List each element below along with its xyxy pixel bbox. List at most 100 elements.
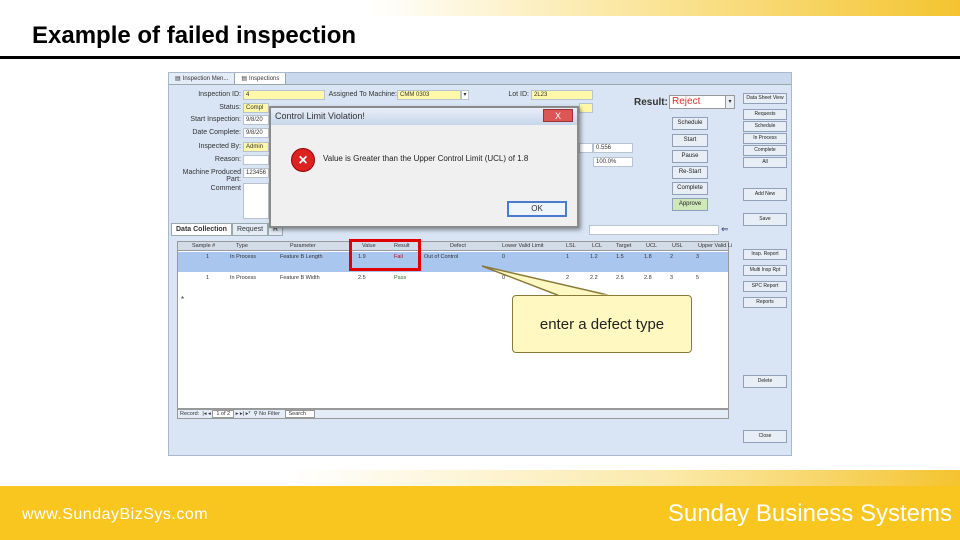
callout-box: enter a defect type — [512, 295, 692, 353]
cell-result[interactable]: Pass — [392, 274, 406, 282]
cell-type[interactable]: In Process — [228, 274, 256, 282]
filter-status[interactable]: No Filter — [259, 411, 280, 417]
cell-lvl[interactable]: 0 — [500, 274, 505, 282]
col-lcl[interactable]: LCL — [590, 242, 612, 251]
slide: Example of failed inspection ▤ Inspection… — [0, 0, 960, 540]
next-record-icon[interactable]: ▸ ▸| ▸* — [236, 411, 252, 417]
requests-button[interactable]: Requests — [743, 109, 787, 120]
add-new-button[interactable]: Add New — [743, 188, 787, 201]
multi-insp-rpt-button[interactable]: Multi Insp Rpt — [743, 265, 787, 276]
record-position[interactable]: 1 of 2 — [212, 410, 235, 418]
cell-lvl[interactable]: 0 — [500, 253, 505, 261]
cell-ucl[interactable]: 1.8 — [642, 253, 652, 261]
tab-data-collection[interactable]: Data Collection — [171, 223, 232, 236]
col-lsl[interactable]: LSL — [564, 242, 586, 251]
reports-button[interactable]: Reports — [743, 297, 787, 308]
cell-lsl[interactable]: 1 — [564, 253, 569, 261]
lot-id-field[interactable]: 2L23 — [531, 90, 593, 100]
cell-target[interactable]: 1.5 — [614, 253, 624, 261]
tab-inspection-menu[interactable]: ▤ Inspection Men... — [169, 73, 236, 84]
footer-gradient-band — [0, 470, 960, 486]
cell-sample[interactable]: 1 — [204, 253, 209, 261]
side-field-1[interactable] — [579, 103, 593, 113]
tab-inspections[interactable]: ▤ Inspections — [235, 73, 287, 84]
dialog-title: Control Limit Violation! — [271, 108, 577, 125]
table-row[interactable]: 1 In Process Feature B Width 2.5 Pass 0 … — [178, 273, 728, 293]
footer-url[interactable]: www.SundayBizSys.com — [22, 506, 208, 524]
reason-label: Reason: — [214, 156, 241, 163]
cell-defect[interactable]: Out of Control — [422, 253, 458, 261]
save-button[interactable]: Save — [743, 213, 787, 226]
start-button[interactable]: Start — [672, 134, 708, 147]
machine-produced-part-field[interactable]: 123456 — [243, 168, 269, 178]
start-inspection-field[interactable]: 9/8/20 — [243, 115, 269, 125]
close-icon[interactable]: X — [543, 109, 573, 122]
comment-field[interactable] — [243, 183, 269, 219]
tab-label: Inspections — [249, 75, 280, 82]
inspected-by-field[interactable]: Admin — [243, 142, 269, 152]
cell-lsl[interactable]: 2 — [564, 274, 569, 282]
search-field[interactable]: Search — [285, 410, 315, 418]
cell-usl[interactable]: 3 — [668, 274, 673, 282]
grid-header: Sample # Type Parameter Value Result Def… — [178, 242, 732, 251]
col-usl[interactable]: USL — [670, 242, 692, 251]
schedule-button[interactable]: Schedule — [672, 117, 708, 130]
filter-icon[interactable]: ⚲ — [254, 411, 258, 417]
first-record-icon[interactable]: |◂ ◂ — [201, 411, 211, 417]
close-button[interactable]: Close — [743, 430, 787, 443]
chevron-down-icon[interactable]: ▾ — [461, 90, 469, 100]
all-button[interactable]: All — [743, 157, 787, 168]
col-target[interactable]: Target — [614, 242, 640, 251]
tab-request[interactable]: Request — [231, 223, 269, 236]
complete-button[interactable]: Complete — [672, 182, 708, 195]
top-gradient-band — [370, 0, 960, 16]
cell-usl[interactable]: 2 — [668, 253, 673, 261]
new-row-marker[interactable]: * — [179, 296, 184, 304]
col-lower-valid-limit[interactable]: Lower Valid Limit — [500, 242, 562, 251]
subform-tabs: Data Collection Request R — [171, 223, 284, 236]
approve-button[interactable]: Approve — [672, 198, 708, 211]
cell-type[interactable]: In Process — [228, 253, 256, 261]
result-select[interactable]: Reject — [669, 95, 727, 109]
cell-uvl[interactable]: 3 — [694, 253, 699, 261]
complete-filter-button[interactable]: Complete — [743, 145, 787, 156]
chevron-down-icon[interactable]: ▾ — [725, 95, 735, 109]
col-defect[interactable]: Defect — [448, 242, 498, 251]
col-upper-valid-limit[interactable]: Upper Valid Limit — [696, 242, 732, 251]
cell-ucl[interactable]: 2.8 — [642, 274, 652, 282]
app-tab-strip: ▤ Inspection Men... ▤ Inspections — [169, 73, 791, 85]
subform-combo[interactable] — [589, 225, 719, 235]
cell-parameter[interactable]: Feature B Width — [278, 274, 320, 282]
cell-parameter[interactable]: Feature B Length — [278, 253, 323, 261]
pause-button[interactable]: Pause — [672, 150, 708, 163]
cell-sample[interactable]: 1 — [204, 274, 209, 282]
cell-uvl[interactable]: 5 — [694, 274, 699, 282]
status-field[interactable]: Compl — [243, 103, 269, 113]
date-complete-field[interactable]: 9/8/20 — [243, 128, 269, 138]
in-process-button[interactable]: In Process — [743, 133, 787, 144]
col-type[interactable]: Type — [234, 242, 280, 251]
cell-lcl[interactable]: 1.2 — [588, 253, 598, 261]
assigned-machine-field[interactable]: CMM 0303 — [397, 90, 461, 100]
inspection-id-field[interactable]: 4 — [243, 90, 325, 100]
reason-field[interactable] — [243, 155, 269, 165]
side-value-2[interactable]: 100.0% — [593, 157, 633, 167]
side-field-2[interactable] — [579, 143, 593, 153]
restart-button[interactable]: Re-Start — [672, 166, 708, 179]
insp-report-button[interactable]: Insp. Report — [743, 249, 787, 260]
data-sheet-view-button[interactable]: Data Sheet View — [743, 93, 787, 104]
control-limit-dialog: Control Limit Violation! X × Value is Gr… — [269, 106, 579, 228]
schedule-filter-button[interactable]: Schedule — [743, 121, 787, 132]
spc-report-button[interactable]: SPC Report — [743, 281, 787, 292]
cell-value[interactable]: 2.5 — [356, 274, 366, 282]
col-ucl[interactable]: UCL — [644, 242, 666, 251]
side-value-1[interactable]: 0.556 — [593, 143, 633, 153]
ok-button[interactable]: OK — [507, 201, 567, 217]
back-arrow-icon[interactable]: ⇐ — [721, 224, 729, 235]
cell-lcl[interactable]: 2.2 — [588, 274, 598, 282]
delete-button[interactable]: Delete — [743, 375, 787, 388]
cell-target[interactable]: 2.5 — [614, 274, 624, 282]
col-sample[interactable]: Sample # — [190, 242, 232, 251]
table-row[interactable]: 1 In Process Feature B Length 1.9 Fail O… — [178, 252, 728, 272]
col-parameter[interactable]: Parameter — [288, 242, 354, 251]
